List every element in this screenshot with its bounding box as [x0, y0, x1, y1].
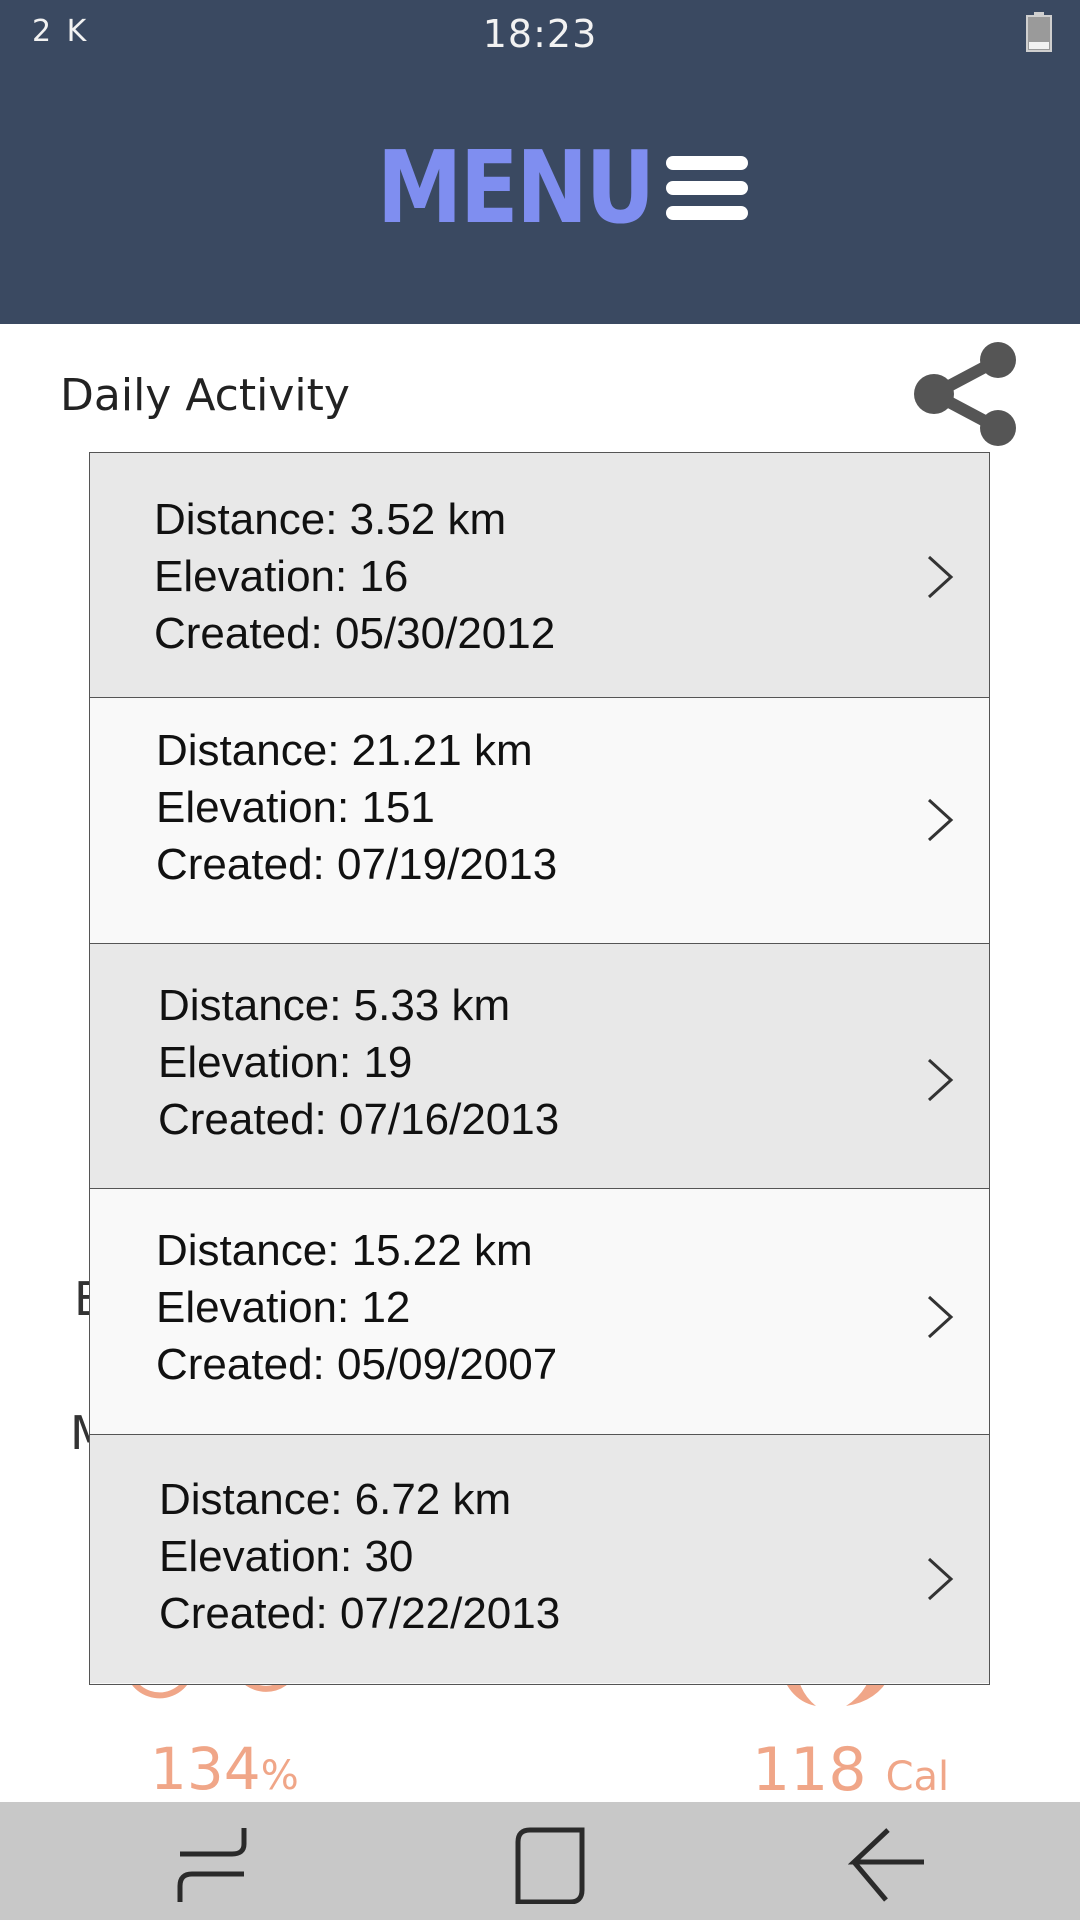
calories-value: 118 Cal [752, 1735, 949, 1805]
activity-row[interactable]: Distance: 6.72 km Elevation: 30 Created:… [90, 1435, 989, 1683]
activity-elevation: Elevation: 16 [154, 552, 409, 601]
chevron-right-icon [927, 798, 954, 842]
activity-elevation: Elevation: 19 [158, 1038, 413, 1087]
chevron-right-icon [927, 1058, 954, 1102]
calories-unit: Cal [885, 1754, 950, 1800]
activity-distance: Distance: 21.21 km [156, 726, 533, 775]
activity-row[interactable]: Distance: 5.33 km Elevation: 19 Created:… [90, 944, 989, 1189]
status-time: 18:23 [482, 12, 598, 56]
home-icon[interactable] [510, 1824, 590, 1904]
chevron-right-icon [927, 1557, 954, 1601]
progress-value: 134 [150, 1735, 261, 1803]
section-title: Daily Activity [60, 370, 350, 421]
activity-distance: Distance: 6.72 km [159, 1475, 512, 1524]
menu-button[interactable]: MENU [0, 133, 1080, 243]
system-nav-bar [0, 1802, 1080, 1920]
battery-icon [1026, 12, 1052, 52]
calories-number: 118 [752, 1735, 867, 1805]
menu-label: MENU [376, 129, 655, 246]
activity-elevation: Elevation: 12 [156, 1283, 411, 1332]
activity-distance: Distance: 3.52 km [154, 495, 507, 544]
chevron-right-icon [927, 555, 954, 599]
activity-created: Created: 07/22/2013 [159, 1589, 561, 1638]
activity-created: Created: 07/19/2013 [156, 840, 558, 889]
activity-created: Created: 05/30/2012 [154, 609, 556, 658]
activity-list-popup: Distance: 3.52 km Elevation: 16 Created:… [89, 452, 990, 1685]
activity-distance: Distance: 5.33 km [158, 981, 511, 1030]
progress-unit: % [260, 1753, 299, 1799]
app-header: MENU [0, 63, 1080, 324]
back-icon[interactable] [848, 1824, 928, 1904]
activity-row[interactable]: Distance: 3.52 km Elevation: 16 Created:… [90, 453, 989, 698]
activity-row[interactable]: Distance: 21.21 km Elevation: 151 Create… [90, 698, 989, 944]
activity-row[interactable]: Distance: 15.22 km Elevation: 12 Created… [90, 1189, 989, 1435]
activity-created: Created: 07/16/2013 [158, 1095, 560, 1144]
progress-percent: 134% [150, 1735, 299, 1803]
activity-elevation: Elevation: 30 [159, 1532, 414, 1581]
hamburger-icon [666, 152, 749, 224]
activity-created: Created: 05/09/2007 [156, 1340, 558, 1389]
chevron-right-icon [927, 1295, 954, 1339]
activity-elevation: Elevation: 151 [156, 783, 435, 832]
share-icon[interactable] [912, 340, 1018, 448]
recent-apps-icon[interactable] [172, 1824, 252, 1904]
activity-distance: Distance: 15.22 km [156, 1226, 533, 1275]
status-bar: 2 K 18:23 [0, 0, 1080, 63]
